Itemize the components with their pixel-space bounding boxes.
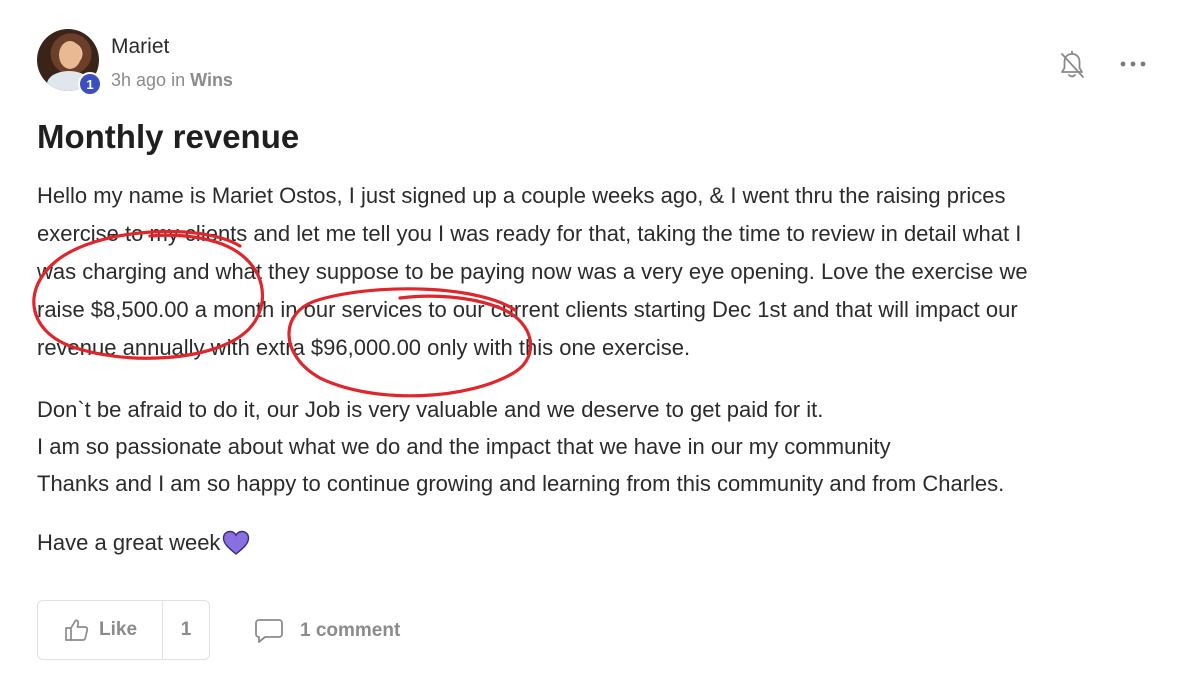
like-count[interactable]: 1	[163, 619, 209, 641]
avatar-face	[59, 41, 81, 69]
body-line: Don`t be afraid to do it, our Job is ver…	[37, 397, 824, 422]
paragraph-2: Don`t be afraid to do it, our Job is ver…	[37, 391, 1162, 502]
thumbs-up-icon	[65, 619, 89, 641]
closing-text: Have a great week	[37, 530, 221, 555]
like-button[interactable]: Like	[38, 601, 163, 659]
post-category[interactable]: Wins	[190, 70, 233, 90]
comment-button[interactable]: 1 comment	[254, 617, 400, 645]
post-in-word: in	[171, 70, 186, 90]
like-label: Like	[99, 619, 138, 640]
comment-icon	[255, 619, 283, 643]
more-icon[interactable]	[1116, 54, 1150, 74]
author-name[interactable]: Mariet	[111, 35, 169, 59]
body-line: raise $8,500.00 a month in our services …	[37, 297, 1018, 322]
post-card: 1 Mariet 3h ago in Wins Monthly revenue …	[0, 0, 1200, 675]
body-line: Hello my name is Mariet Ostos, I just si…	[37, 183, 1006, 208]
body-line: I am so passionate about what we do and …	[37, 434, 891, 459]
paragraph-3: Have a great week	[37, 524, 1162, 567]
bell-off-icon[interactable]	[1058, 50, 1086, 82]
paragraph-1: Hello my name is Mariet Ostos, I just si…	[37, 177, 1162, 367]
body-line: revenue annually with extra $96,000.00 o…	[37, 335, 691, 360]
body-line: Thanks and I am so happy to continue gro…	[37, 471, 1005, 496]
post-title: Monthly revenue	[37, 118, 300, 155]
like-group: Like 1	[37, 600, 210, 660]
level-badge: 1	[78, 72, 102, 96]
body-line: exercise to my clients and let me tell y…	[37, 221, 1022, 246]
body-line: was charging and what they suppose to be…	[37, 259, 1028, 284]
comment-count-label: 1 comment	[300, 620, 401, 641]
post-time: 3h ago	[111, 70, 167, 90]
post-meta: 3h ago in Wins	[111, 70, 233, 91]
purple-heart-icon	[222, 529, 250, 567]
